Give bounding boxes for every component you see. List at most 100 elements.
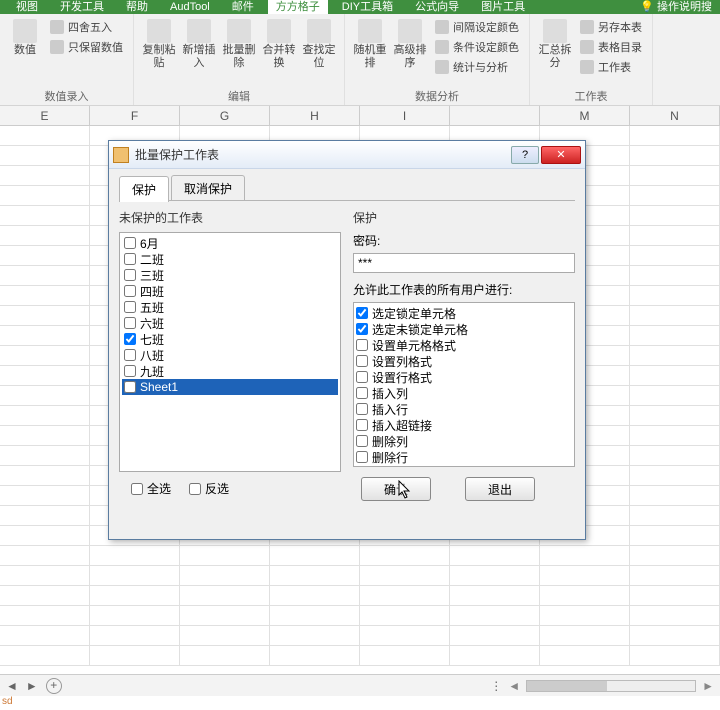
- btn-advsort[interactable]: 高级排序: [391, 17, 429, 72]
- exit-button[interactable]: 退出: [465, 477, 535, 501]
- round-icon: [50, 20, 64, 34]
- btn-round[interactable]: 四舍五入: [46, 17, 127, 37]
- btn-numeric[interactable]: 数值: [6, 17, 44, 59]
- dialog-title: 批量保护工作表: [135, 146, 219, 163]
- tab-unprotect[interactable]: 取消保护: [171, 175, 245, 201]
- sheet-listbox[interactable]: 6月 二班 三班 四班 五班 六班 七班 八班 九班 Sheet1: [119, 232, 341, 472]
- tab-ffgz[interactable]: 方方格子: [268, 0, 328, 14]
- permissions-listbox[interactable]: 选定锁定单元格 选定未锁定单元格 设置单元格格式 设置列格式 设置行格式 插入列…: [353, 302, 575, 467]
- new-sheet-button[interactable]: +: [46, 678, 62, 694]
- perm-select-locked[interactable]: 选定锁定单元格: [356, 305, 572, 321]
- btn-stats[interactable]: 统计与分析: [431, 57, 523, 77]
- sheet-nav-next[interactable]: ►: [26, 679, 38, 693]
- tab-help[interactable]: 帮助: [118, 0, 156, 14]
- sheet-item-3ban[interactable]: 三班: [122, 267, 338, 283]
- btn-copy-paste[interactable]: 复制粘贴: [140, 17, 178, 72]
- sheet-item-7ban[interactable]: 七班: [122, 331, 338, 347]
- sheet-item-6ban[interactable]: 六班: [122, 315, 338, 331]
- sheet-check[interactable]: [124, 333, 136, 345]
- btn-merge[interactable]: 合并转换: [260, 17, 298, 72]
- tab-audtool[interactable]: AudTool: [162, 0, 218, 14]
- perm-insert-rows[interactable]: 插入行: [356, 401, 572, 417]
- sheet-check[interactable]: [124, 317, 136, 329]
- btn-summary-split[interactable]: 汇总拆分: [536, 17, 574, 72]
- col-H[interactable]: H: [270, 106, 360, 125]
- btn-saveas[interactable]: 另存本表: [576, 17, 646, 37]
- sheet-item-9ban[interactable]: 九班: [122, 363, 338, 379]
- btn-find[interactable]: 查找定位: [300, 17, 338, 72]
- tab-diy[interactable]: DIY工具箱: [334, 0, 401, 14]
- sheet-check[interactable]: [124, 349, 136, 361]
- status-bar: sd: [0, 696, 720, 710]
- dialog-help-button[interactable]: ?: [511, 146, 539, 164]
- tab-view[interactable]: 视图: [8, 0, 46, 14]
- sort-icon: [398, 19, 422, 43]
- sheet-item-2ban[interactable]: 二班: [122, 251, 338, 267]
- sheet-item-sheet1[interactable]: Sheet1: [122, 379, 338, 395]
- dialog-close-button[interactable]: ✕: [541, 146, 581, 164]
- split-icon: [543, 19, 567, 43]
- perm-format-cells[interactable]: 设置单元格格式: [356, 337, 572, 353]
- tab-picture[interactable]: 图片工具: [473, 0, 533, 14]
- tab-mail[interactable]: 邮件: [224, 0, 262, 14]
- perm-delete-rows[interactable]: 删除行: [356, 449, 572, 465]
- password-input[interactable]: [353, 253, 575, 273]
- sheet-item-6yue[interactable]: 6月: [122, 235, 338, 251]
- col-F[interactable]: F: [90, 106, 180, 125]
- hscroll-left[interactable]: ◄: [508, 679, 520, 693]
- horizontal-scrollbar[interactable]: ⋮ ◄ ►: [490, 679, 714, 693]
- col-I[interactable]: I: [360, 106, 450, 125]
- invert-checkbox[interactable]: 反选: [189, 480, 229, 497]
- ok-button[interactable]: 确认: [361, 477, 431, 501]
- btn-random[interactable]: 随机重排: [351, 17, 389, 72]
- btn-batch-delete[interactable]: 批量删除: [220, 17, 258, 72]
- btn-interval-color[interactable]: 间隔设定颜色: [431, 17, 523, 37]
- perm-insert-hyperlinks[interactable]: 插入超链接: [356, 417, 572, 433]
- group-label-numeric: 数值录入: [6, 88, 127, 104]
- pane-protect-options: 保护 密码: 允许此工作表的所有用户进行: 选定锁定单元格 选定未锁定单元格 设…: [353, 209, 575, 529]
- dialog-titlebar[interactable]: 批量保护工作表 ? ✕: [109, 141, 585, 169]
- btn-insert[interactable]: 新增插入: [180, 17, 218, 72]
- hscroll-track[interactable]: [526, 680, 696, 692]
- sheet-check[interactable]: [124, 301, 136, 313]
- random-icon: [358, 19, 382, 43]
- sheet-check[interactable]: [124, 237, 136, 249]
- btn-toc[interactable]: 表格目录: [576, 37, 646, 57]
- group-worksheet: 汇总拆分 另存本表 表格目录 工作表 工作表: [530, 14, 653, 105]
- col-E[interactable]: E: [0, 106, 90, 125]
- select-all-checkbox[interactable]: 全选: [131, 480, 171, 497]
- sheet-item-8ban[interactable]: 八班: [122, 347, 338, 363]
- tell-me[interactable]: 💡 操作说明搜: [632, 0, 720, 14]
- merge-icon: [267, 19, 291, 43]
- sheet-check[interactable]: [124, 381, 136, 393]
- col-G[interactable]: G: [180, 106, 270, 125]
- sheet-item-5ban[interactable]: 五班: [122, 299, 338, 315]
- sheet-check[interactable]: [124, 365, 136, 377]
- sheet-nav-prev[interactable]: ◄: [6, 679, 18, 693]
- perm-delete-cols[interactable]: 删除列: [356, 433, 572, 449]
- tab-formula[interactable]: 公式向导: [407, 0, 467, 14]
- col-N[interactable]: N: [630, 106, 720, 125]
- toc-icon: [580, 40, 594, 54]
- sheet-tab-bar: ◄ ► + ⋮ ◄ ►: [0, 674, 720, 696]
- sheet-item-4ban[interactable]: 四班: [122, 283, 338, 299]
- btn-keep-numeric[interactable]: 只保留数值: [46, 37, 127, 57]
- tab-dev[interactable]: 开发工具: [52, 0, 112, 14]
- group-label-edit: 编辑: [140, 88, 338, 104]
- saveas-icon: [580, 20, 594, 34]
- sheet-check[interactable]: [124, 269, 136, 281]
- sheet-check[interactable]: [124, 253, 136, 265]
- perm-insert-cols[interactable]: 插入列: [356, 385, 572, 401]
- group-edit: 复制粘贴 新增插入 批量删除 合并转换 查找定位 编辑: [134, 14, 345, 105]
- perm-format-cols[interactable]: 设置列格式: [356, 353, 572, 369]
- col-M[interactable]: M: [540, 106, 630, 125]
- sheet-check[interactable]: [124, 285, 136, 297]
- hscroll-right[interactable]: ►: [702, 679, 714, 693]
- tab-protect[interactable]: 保护: [119, 176, 169, 202]
- hscroll-thumb[interactable]: [527, 681, 607, 691]
- btn-cond-color[interactable]: 条件设定颜色: [431, 37, 523, 57]
- btn-wsmenu[interactable]: 工作表: [576, 57, 646, 77]
- group-label-analysis: 数据分析: [351, 88, 523, 104]
- perm-format-rows[interactable]: 设置行格式: [356, 369, 572, 385]
- perm-select-unlocked[interactable]: 选定未锁定单元格: [356, 321, 572, 337]
